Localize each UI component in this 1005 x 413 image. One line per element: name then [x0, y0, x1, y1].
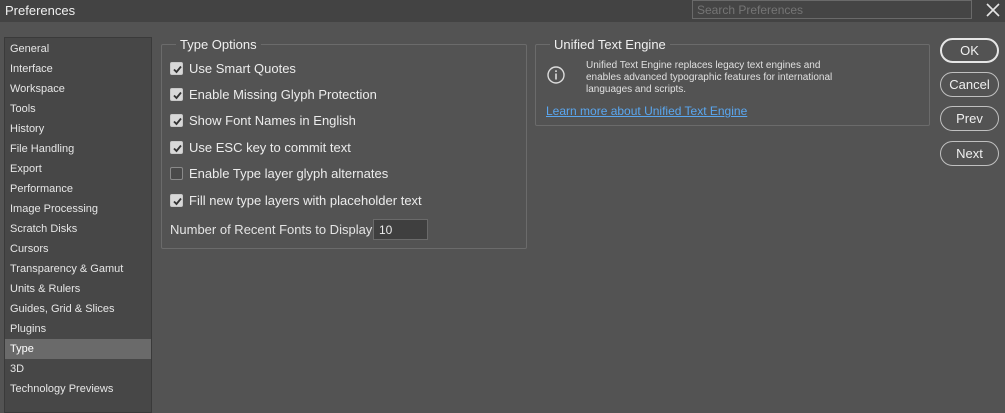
close-icon[interactable] [984, 1, 1002, 19]
option-esc-commit[interactable]: Use ESC key to commit text [170, 138, 351, 156]
sidebar-item-transparency-gamut[interactable]: Transparency & Gamut [5, 259, 151, 279]
sidebar-item-guides-grid-slices[interactable]: Guides, Grid & Slices [5, 299, 151, 319]
sidebar-item-history[interactable]: History [5, 119, 151, 139]
recent-fonts-input[interactable]: 10 [373, 219, 428, 240]
unified-text-description: Unified Text Engine replaces legacy text… [586, 60, 833, 95]
checkbox[interactable] [170, 193, 183, 207]
option-placeholder-text[interactable]: Fill new type layers with placeholder te… [170, 191, 422, 209]
option-label: Use Smart Quotes [189, 60, 296, 76]
sidebar-item-cursors[interactable]: Cursors [5, 239, 151, 259]
sidebar-item-units-rulers[interactable]: Units & Rulers [5, 279, 151, 299]
sidebar-item-tools[interactable]: Tools [5, 99, 151, 119]
sidebar-item-performance[interactable]: Performance [5, 179, 151, 199]
cancel-button[interactable]: Cancel [940, 72, 999, 97]
sidebar-item-technology-previews[interactable]: Technology Previews [5, 379, 151, 399]
type-options-title: Type Options [176, 37, 261, 52]
sidebar: General Interface Workspace Tools Histor… [4, 37, 152, 413]
option-label: Enable Missing Glyph Protection [189, 86, 377, 102]
info-icon [547, 66, 565, 84]
option-label: Show Font Names in English [189, 112, 356, 128]
option-label: Fill new type layers with placeholder te… [189, 192, 422, 208]
sidebar-item-3d[interactable]: 3D [5, 359, 151, 379]
checkbox[interactable] [170, 87, 183, 101]
sidebar-item-plugins[interactable]: Plugins [5, 319, 151, 339]
option-label: Enable Type layer glyph alternates [189, 165, 389, 181]
sidebar-item-interface[interactable]: Interface [5, 59, 151, 79]
title-bar: Preferences [0, 0, 1005, 22]
option-missing-glyph[interactable]: Enable Missing Glyph Protection [170, 85, 377, 103]
next-button[interactable]: Next [940, 141, 999, 166]
unified-text-engine-title: Unified Text Engine [550, 37, 670, 52]
option-glyph-alternates[interactable]: Enable Type layer glyph alternates [170, 164, 388, 182]
sidebar-item-workspace[interactable]: Workspace [5, 79, 151, 99]
sidebar-item-file-handling[interactable]: File Handling [5, 139, 151, 159]
sidebar-item-type[interactable]: Type [5, 339, 151, 359]
type-options-group: Type Options Use Smart Quotes Enable Mis… [161, 37, 527, 249]
option-smart-quotes[interactable]: Use Smart Quotes [170, 59, 296, 77]
checkbox[interactable] [170, 140, 183, 154]
learn-more-link[interactable]: Learn more about Unified Text Engine [546, 104, 747, 118]
recent-fonts-label: Number of Recent Fonts to Display: [170, 222, 376, 237]
option-font-names-english[interactable]: Show Font Names in English [170, 111, 356, 129]
window-title: Preferences [5, 3, 76, 18]
unified-text-engine-group: Unified Text Engine Unified Text Engine … [535, 37, 930, 126]
sidebar-item-general[interactable]: General [5, 39, 151, 59]
ok-button[interactable]: OK [940, 38, 999, 63]
prev-button[interactable]: Prev [940, 106, 999, 131]
option-label: Use ESC key to commit text [189, 139, 351, 155]
sidebar-item-export[interactable]: Export [5, 159, 151, 179]
checkbox[interactable] [170, 61, 183, 75]
sidebar-item-scratch-disks[interactable]: Scratch Disks [5, 219, 151, 239]
sidebar-item-image-processing[interactable]: Image Processing [5, 199, 151, 219]
checkbox[interactable] [170, 113, 183, 127]
checkbox[interactable] [170, 166, 183, 180]
search-input[interactable] [692, 0, 972, 19]
